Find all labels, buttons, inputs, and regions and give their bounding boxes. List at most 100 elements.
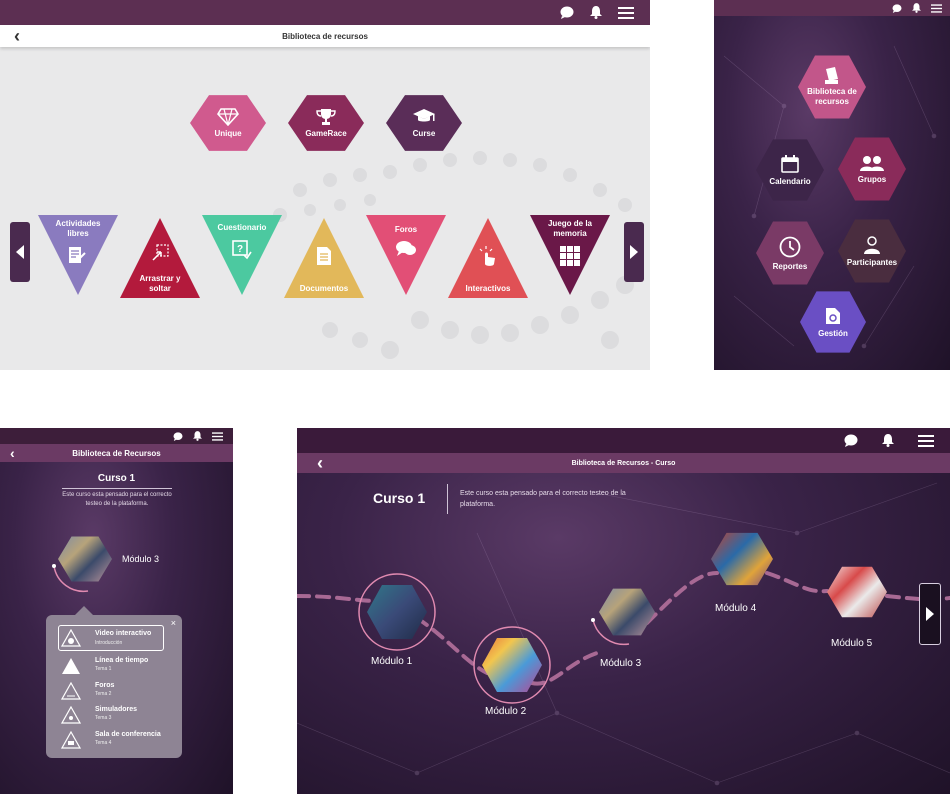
books-icon	[825, 67, 838, 84]
tile-arrastrar-y-soltar[interactable]: Arrastrar y soltar	[120, 218, 200, 298]
tile-label: GameRace	[305, 129, 347, 138]
module-label: Módulo 3	[122, 554, 160, 564]
item-title: Línea de tiempo	[95, 657, 149, 664]
calendar-icon	[781, 154, 799, 173]
bell-icon[interactable]	[912, 3, 921, 13]
menu-item-label: Calendario	[769, 176, 811, 186]
diamond-icon	[217, 108, 239, 126]
module-label: Módulo 2	[485, 706, 527, 717]
item-title: Sala de conferencia	[95, 731, 161, 738]
quiz-icon: ?	[232, 240, 252, 260]
module-label: Módulo 5	[831, 638, 873, 649]
chat-bubbles-icon	[396, 241, 416, 256]
tile-actividades-libres[interactable]: Actividades libres	[38, 215, 118, 295]
bell-icon[interactable]	[590, 6, 602, 19]
back-arrow-icon[interactable]: ‹	[10, 446, 15, 460]
item-subtitle: Tema 4	[95, 740, 112, 746]
menu-item-label: Gestión	[818, 328, 848, 338]
top-bar	[0, 428, 233, 444]
top-bar	[297, 428, 950, 453]
graduation-cap-icon	[413, 109, 435, 122]
item-subtitle: Tema 2	[95, 691, 112, 697]
grid-icon	[560, 246, 580, 266]
menu-item-label: Grupos	[857, 174, 887, 184]
item-subtitle: Tema 1	[95, 666, 112, 672]
tile-label: Actividades libres	[55, 219, 101, 238]
caret-left-icon	[16, 245, 24, 259]
menu-icon[interactable]	[931, 3, 942, 13]
menu-item-label: Reportes	[772, 261, 808, 271]
tile-label: Arrastrar y soltar	[139, 274, 181, 293]
tile-label: Cuestionario	[217, 223, 267, 232]
forum-triangle-icon	[61, 682, 81, 700]
tile-documentos[interactable]: Documentos	[284, 218, 364, 298]
bell-icon[interactable]	[193, 431, 202, 441]
module-label: Módulo 1	[371, 656, 413, 667]
trophy-icon	[316, 109, 336, 125]
popup-item-foros[interactable]: Foros Tema 2	[58, 680, 164, 702]
caret-right-icon	[630, 245, 638, 259]
popup-item-sala-de-conferencia[interactable]: Sala de conferencia Tema 4	[58, 729, 164, 751]
item-title: Simuladores	[95, 706, 138, 713]
tile-foros[interactable]: Foros	[366, 215, 446, 295]
menu-icon[interactable]	[212, 431, 223, 441]
timeline-triangle-icon	[62, 658, 80, 674]
item-title: Foros	[95, 682, 115, 689]
chat-icon[interactable]	[892, 3, 902, 13]
popup-item-linea-de-tiempo[interactable]: Línea de tiempo Tema 1	[58, 655, 164, 677]
carousel-prev-button[interactable]	[10, 222, 30, 282]
panel-main-menu: Biblioteca de recursos Calendario Grupos…	[714, 0, 950, 370]
top-bar	[714, 0, 950, 16]
page-title: Biblioteca de Recursos	[72, 448, 161, 458]
chat-icon[interactable]	[173, 431, 183, 441]
panel-course-modules: ‹ Biblioteca de Recursos - Curso Curso 1…	[297, 428, 950, 794]
close-icon[interactable]: ×	[171, 618, 176, 628]
page-title: Biblioteca de Recursos - Curso	[571, 459, 676, 467]
simulator-triangle-icon	[61, 706, 81, 724]
svg-text:?: ?	[237, 244, 243, 255]
dot-pattern-decoration	[273, 151, 634, 359]
item-subtitle: Tema 3	[95, 715, 112, 721]
settings-document-icon	[826, 307, 840, 324]
item-subtitle: Introducción	[95, 640, 123, 646]
chat-icon[interactable]	[844, 434, 858, 447]
title-bar: ‹ Biblioteca de Recursos - Curso	[297, 453, 950, 473]
page-title: Biblioteca de recursos	[282, 31, 368, 41]
course-title-underline	[62, 488, 172, 489]
carousel-next-button[interactable]	[624, 222, 644, 282]
tile-label: Interactivos	[465, 284, 511, 293]
document-icon	[317, 247, 331, 265]
popup-item-simuladores[interactable]: Simuladores Tema 3	[58, 704, 164, 726]
menu-item-label: Participantes	[846, 257, 898, 267]
menu-icon[interactable]	[918, 434, 934, 447]
popup-item-video-interactivo[interactable]: Video interactivo Introducción	[58, 625, 164, 651]
tile-label: Juego de la memoria	[547, 219, 592, 238]
clock-icon	[779, 236, 801, 257]
back-arrow-icon[interactable]: ‹	[14, 27, 20, 45]
module-label: Módulo 4	[715, 603, 757, 614]
menu-item-label: Biblioteca de recursos	[807, 87, 857, 106]
tile-juego-de-la-memoria[interactable]: Juego de la memoria	[530, 215, 610, 295]
conference-triangle-icon	[61, 731, 81, 749]
module-label: Módulo 3	[600, 658, 642, 669]
edit-document-icon	[69, 247, 86, 263]
group-icon	[860, 155, 884, 171]
back-arrow-icon[interactable]: ‹	[317, 454, 323, 472]
chat-icon[interactable]	[560, 6, 574, 19]
panel-course-detail: ‹ Biblioteca de Recursos Curso 1 Este cu…	[0, 428, 233, 794]
bell-icon[interactable]	[882, 434, 894, 447]
title-bar: ‹ Biblioteca de Recursos	[0, 444, 233, 462]
carousel-next-button[interactable]	[919, 583, 941, 645]
tile-cuestionario[interactable]: Cuestionario ?	[202, 215, 282, 295]
top-bar	[0, 0, 650, 25]
tile-label: Foros	[394, 225, 418, 234]
tile-interactivos[interactable]: Interactivos	[448, 218, 528, 298]
play-triangle-icon	[61, 629, 81, 647]
panel-resource-library: ‹ Biblioteca de recursos Unique GameRace…	[0, 0, 650, 370]
tile-label: Curse	[412, 129, 436, 138]
tile-label: Unique	[214, 129, 242, 138]
module-popup-menu: × Video interactivo Introducción Línea d…	[46, 615, 182, 758]
menu-icon[interactable]	[618, 6, 634, 19]
tile-label: Documentos	[299, 284, 349, 293]
caret-right-icon	[926, 607, 934, 621]
